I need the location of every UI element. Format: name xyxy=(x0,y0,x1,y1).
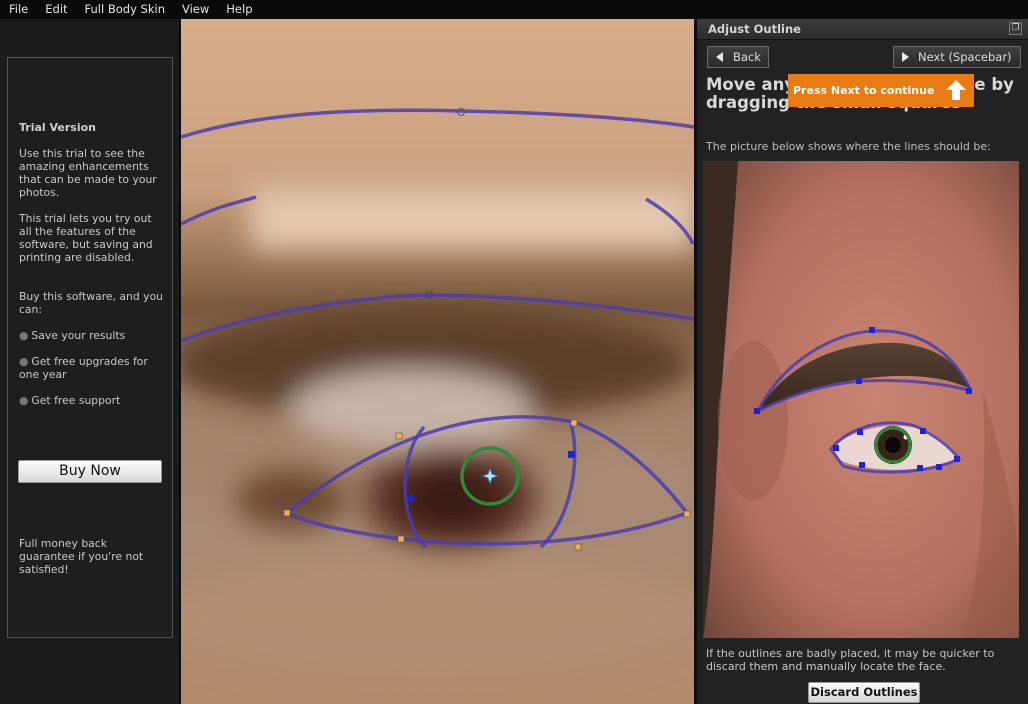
eye-editor-svg[interactable] xyxy=(181,19,694,704)
trial-description: Use this trial to see the amazing enhanc… xyxy=(19,147,157,199)
handle-orange[interactable] xyxy=(397,535,405,543)
discard-outlines-button[interactable]: Discard Outlines xyxy=(808,682,920,703)
reference-photo-svg xyxy=(703,161,1019,638)
image-canvas[interactable] xyxy=(181,19,694,704)
menu-file[interactable]: File xyxy=(0,0,36,19)
reference-caption: The picture below shows where the lines … xyxy=(706,140,991,153)
handle-blue[interactable] xyxy=(568,451,575,458)
trial-panel: Trial Version Use this trial to see the … xyxy=(7,57,173,638)
reference-photo xyxy=(703,161,1019,638)
benefit-item: ● Get free upgrades for one year xyxy=(19,355,165,381)
menu-view[interactable]: View xyxy=(173,0,217,19)
handle-orange[interactable] xyxy=(395,432,403,440)
bullet-icon: ● xyxy=(19,355,29,368)
benefit-item: ● Save your results xyxy=(19,329,165,342)
discard-hint: If the outlines are badly placed, it may… xyxy=(706,647,995,673)
panel-header: Adjust Outline ❐ xyxy=(697,19,1028,40)
back-label: Back xyxy=(733,50,761,64)
handle-orange[interactable] xyxy=(683,510,691,518)
bullet-icon: ● xyxy=(19,329,29,342)
back-arrow-icon xyxy=(716,52,723,62)
handle-orange[interactable] xyxy=(283,509,291,517)
adjust-outline-panel: Adjust Outline ❐ Back Next (Spacebar) Mo… xyxy=(694,19,1028,704)
tooltip-label: Press Next to continue xyxy=(793,84,935,97)
benefit-item: ● Get free support xyxy=(19,394,165,407)
handle-orange[interactable] xyxy=(570,419,578,427)
menu-help[interactable]: Help xyxy=(217,0,260,19)
back-button[interactable]: Back xyxy=(707,46,769,68)
up-arrow-icon xyxy=(946,80,966,100)
restore-icon[interactable]: ❐ xyxy=(1009,22,1022,35)
handle-orange[interactable] xyxy=(574,543,582,551)
buy-now-button[interactable]: Buy Now xyxy=(18,460,162,483)
next-label: Next (Spacebar) xyxy=(918,50,1012,64)
menu-full-body-skin[interactable]: Full Body Skin xyxy=(76,0,173,19)
panel-title: Adjust Outline xyxy=(708,22,801,36)
next-arrow-icon xyxy=(902,52,909,62)
benefit-label: Get free upgrades for one year xyxy=(19,355,148,381)
trial-title: Trial Version xyxy=(19,121,97,134)
press-next-tooltip: Press Next to continue xyxy=(788,74,974,107)
buy-benefits-intro: Buy this software, and you can: xyxy=(19,290,164,316)
handle-blue[interactable] xyxy=(407,495,414,502)
next-button[interactable]: Next (Spacebar) xyxy=(893,46,1021,68)
menu-edit[interactable]: Edit xyxy=(36,0,75,19)
bullet-icon: ● xyxy=(19,394,29,407)
menu-bar: File Edit Full Body Skin View Help xyxy=(0,0,1028,19)
left-sidebar: Trial Version Use this trial to see the … xyxy=(0,19,181,704)
money-back-guarantee: Full money back guarantee if you're not … xyxy=(19,537,144,576)
trial-limitations: This trial lets you try out all the feat… xyxy=(19,212,153,264)
benefit-label: Get free support xyxy=(31,394,121,407)
benefit-label: Save your results xyxy=(31,329,126,342)
